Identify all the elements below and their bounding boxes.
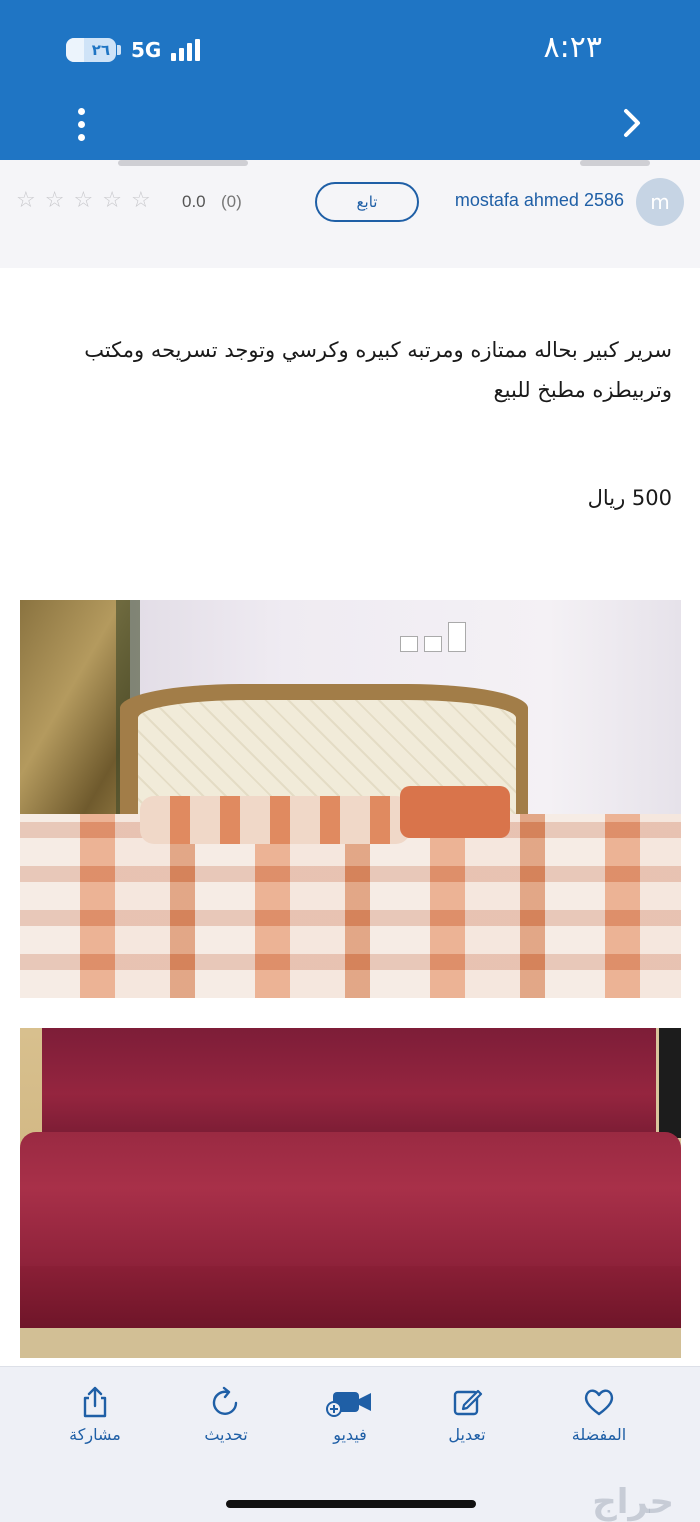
rating-stars: ☆ ☆ ☆ ☆ ☆	[16, 188, 151, 213]
share-icon	[83, 1386, 107, 1418]
video-label: فيديو	[333, 1425, 367, 1444]
cropped-text-fragment	[118, 160, 248, 166]
share-label: مشاركة	[69, 1425, 121, 1444]
seller-row: m mostafa ahmed 2586 تابع (0) 0.0 ☆ ☆ ☆ …	[0, 160, 700, 268]
battery-icon: ٢٦	[66, 38, 116, 62]
star-icon: ☆	[16, 188, 36, 213]
star-icon: ☆	[73, 188, 94, 213]
edit-button[interactable]: تعديل	[422, 1385, 512, 1444]
listing-price: 500 ريال	[587, 486, 672, 510]
status-time: ٨:٢٣	[543, 30, 602, 65]
edit-icon	[453, 1389, 483, 1416]
video-button[interactable]: فيديو	[305, 1385, 395, 1444]
video-camera-icon	[326, 1392, 371, 1417]
favorite-button[interactable]: المفضلة	[554, 1385, 644, 1444]
refresh-icon	[212, 1386, 238, 1415]
seller-name[interactable]: mostafa ahmed 2586	[455, 190, 624, 211]
heart-icon	[584, 1389, 614, 1416]
avatar[interactable]: m	[636, 178, 684, 226]
share-button[interactable]: مشاركة	[50, 1385, 140, 1444]
haraj-watermark: حراج	[592, 1482, 674, 1522]
refresh-button[interactable]: تحديث	[181, 1385, 271, 1444]
rating-count: (0)	[221, 192, 242, 211]
listing-photo-bench[interactable]	[20, 1028, 681, 1358]
top-app-bar: ٢٦ 5G ٨:٢٣	[0, 0, 700, 160]
battery-level: ٢٦	[91, 41, 110, 59]
status-indicators: ٢٦ 5G	[66, 38, 201, 62]
home-indicator[interactable]	[226, 1500, 476, 1508]
network-label: 5G	[131, 38, 162, 62]
signal-icon	[171, 39, 201, 61]
star-icon: ☆	[102, 188, 122, 213]
edit-label: تعديل	[448, 1425, 486, 1444]
back-chevron-icon[interactable]	[622, 108, 642, 138]
listing-description: سرير كبير بحاله ممتازه ومرتبه كبيره وكرس…	[84, 338, 672, 402]
favorite-label: المفضلة	[571, 1425, 627, 1444]
follow-button[interactable]: تابع	[315, 182, 419, 222]
refresh-label: تحديث	[204, 1425, 248, 1444]
star-icon: ☆	[44, 188, 65, 213]
star-icon: ☆	[130, 188, 151, 213]
listing-photo-bed[interactable]	[20, 600, 681, 998]
more-options-icon[interactable]	[74, 108, 88, 141]
cropped-text-fragment	[580, 160, 650, 166]
rating-value: 0.0	[182, 192, 206, 211]
